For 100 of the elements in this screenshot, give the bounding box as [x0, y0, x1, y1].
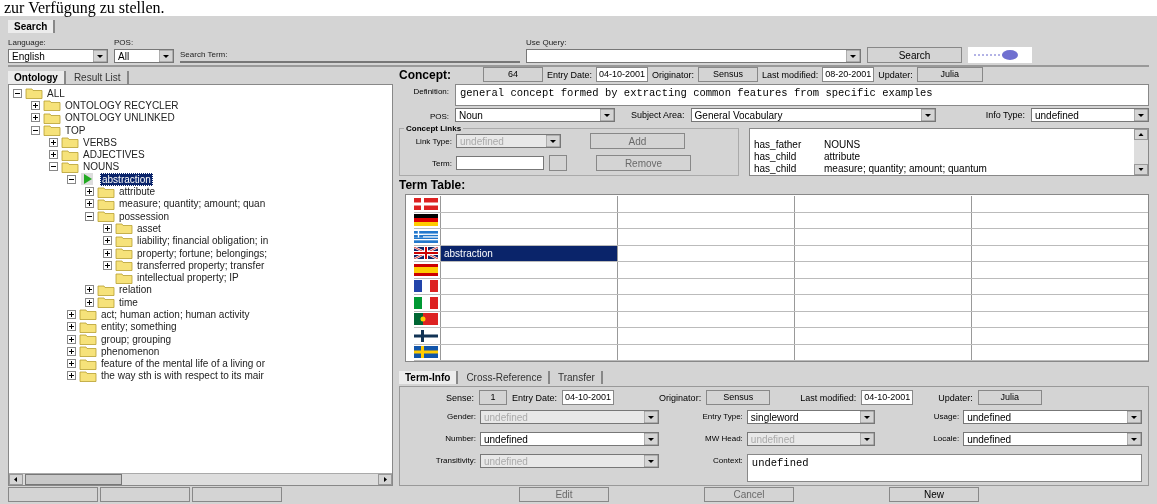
tree-item[interactable]: NOUNS: [82, 161, 121, 173]
pos-dropdown[interactable]: Noun: [455, 108, 615, 122]
tree-item[interactable]: property; fortune; belongings;: [136, 247, 269, 259]
tree-item[interactable]: feature of the mental life of a living or: [100, 358, 266, 370]
tree-item[interactable]: relation: [118, 284, 153, 296]
collapse-icon[interactable]: [85, 211, 94, 221]
panel-tab[interactable]: Ontology: [8, 71, 66, 84]
document-text: zur Verfügung zu stellen.: [3, 0, 166, 16]
tree-item[interactable]: group; grouping: [100, 333, 173, 345]
dropdown[interactable]: undefined: [963, 432, 1142, 446]
tree-item[interactable]: asset: [136, 222, 162, 234]
caret-icon: [600, 109, 614, 121]
tree-item[interactable]: ADJECTIVES: [82, 149, 146, 161]
expand-icon[interactable]: [67, 334, 76, 344]
detail-tab[interactable]: Term-Info: [399, 371, 459, 384]
tree-item[interactable]: abstraction: [100, 172, 153, 186]
tree-item[interactable]: transferred property; transfer: [136, 259, 266, 271]
text-field[interactable]: 04-10-2001: [562, 390, 615, 405]
context-field[interactable]: undefined: [746, 454, 1142, 482]
field-label: Sense:: [446, 392, 475, 403]
tree-item[interactable]: ALL: [46, 87, 66, 99]
concept-id-field: 64: [483, 67, 543, 82]
expand-icon[interactable]: [67, 310, 76, 319]
search-button[interactable]: Search: [867, 47, 962, 63]
tree-item[interactable]: act; human action; human activity: [100, 309, 251, 320]
expand-icon[interactable]: [67, 359, 76, 369]
expand-icon[interactable]: [103, 223, 112, 233]
tree-item[interactable]: possession: [118, 210, 171, 222]
query-dropdown[interactable]: [526, 49, 861, 63]
tree-item[interactable]: measure; quantity; amount; quan: [118, 198, 267, 210]
definition-label: Definition:: [412, 86, 449, 96]
originator-label: Originator:: [652, 69, 695, 80]
tree-item[interactable]: liability; financial obligation; in: [136, 235, 270, 247]
expand-icon[interactable]: [49, 137, 58, 147]
term-field[interactable]: [456, 156, 544, 170]
dropdown[interactable]: undefined: [480, 432, 659, 446]
tree-item[interactable]: the way sth is with respect to its mair: [100, 370, 265, 382]
scroll-up-icon[interactable]: [1134, 129, 1148, 140]
tree-item[interactable]: VERBS: [82, 136, 118, 148]
scroll-thumb[interactable]: [25, 474, 122, 485]
search-term-label: Search Term:: [180, 50, 229, 59]
vertical-scrollbar[interactable]: [1134, 129, 1148, 175]
expand-icon[interactable]: [103, 236, 112, 246]
scroll-right-icon[interactable]: [378, 474, 392, 485]
horizontal-scrollbar[interactable]: [9, 473, 392, 485]
dropdown[interactable]: undefined: [963, 410, 1142, 424]
expand-icon[interactable]: [85, 297, 94, 307]
expand-icon[interactable]: [67, 322, 76, 332]
expand-icon[interactable]: [49, 150, 58, 160]
tree-item[interactable]: attribute: [118, 186, 157, 197]
expand-icon[interactable]: [103, 248, 112, 258]
tree-item[interactable]: time: [118, 296, 139, 308]
pos-dropdown[interactable]: All: [114, 49, 174, 63]
tree-item[interactable]: TOP: [64, 124, 87, 136]
logo-icon: [968, 47, 1032, 63]
expand-icon[interactable]: [31, 100, 40, 110]
search-tab[interactable]: Search: [8, 20, 56, 33]
caret-icon: [1127, 411, 1141, 423]
scroll-left-icon[interactable]: [9, 474, 23, 485]
subject-area-dropdown[interactable]: General Vocabulary: [690, 108, 936, 122]
language-dropdown[interactable]: English: [8, 49, 108, 63]
expand-icon[interactable]: [85, 187, 94, 196]
definition-field[interactable]: general concept formed by extracting common features from specific examples: [455, 84, 1149, 106]
action-button[interactable]: New: [889, 487, 979, 502]
caret-icon: [1127, 433, 1141, 445]
info-type-dropdown[interactable]: undefined: [1031, 108, 1149, 122]
last-modified-field[interactable]: 08-20-2001: [822, 67, 875, 82]
concept-label: Concept:: [399, 67, 452, 82]
caret-icon: [860, 433, 875, 445]
field-label: Transitivity:: [434, 455, 476, 465]
tree-item[interactable]: phenomenon: [100, 345, 161, 357]
subject-area-label: Subject Area:: [631, 110, 685, 120]
field-label: Locale:: [932, 433, 960, 443]
updater-label: Updater:: [878, 69, 913, 80]
collapse-icon[interactable]: [49, 162, 58, 172]
tree-item[interactable]: ONTOLOGY RECYCLER: [64, 99, 180, 111]
field-label: MW Head:: [704, 433, 743, 443]
tree-item[interactable]: intellectual property; IP: [136, 272, 240, 284]
field-label: Usage:: [932, 411, 960, 421]
scroll-down-icon[interactable]: [1134, 164, 1148, 175]
text-field[interactable]: 04-10-2001: [861, 390, 914, 405]
expand-icon[interactable]: [31, 113, 40, 123]
expand-icon[interactable]: [85, 199, 94, 209]
concept-links-title: Concept Links: [405, 124, 463, 133]
info-type-label: Info Type:: [985, 110, 1025, 120]
caret-icon: [643, 433, 658, 445]
collapse-icon[interactable]: [31, 125, 40, 135]
expand-icon[interactable]: [67, 371, 76, 381]
expand-icon[interactable]: [103, 260, 112, 270]
entry-date-field[interactable]: 04-10-2001: [596, 67, 649, 82]
tree-item[interactable]: ONTOLOGY UNLINKED: [64, 112, 176, 124]
caret-icon: [1134, 109, 1148, 121]
tree-item[interactable]: entity; something: [100, 321, 178, 333]
readonly-field: Julia: [977, 390, 1042, 405]
collapse-icon[interactable]: [13, 88, 22, 98]
collapse-icon[interactable]: [67, 174, 76, 184]
expand-icon[interactable]: [67, 346, 76, 356]
expand-icon[interactable]: [85, 285, 94, 295]
dropdown[interactable]: singleword: [746, 410, 876, 424]
link-relation: has_father: [754, 139, 803, 151]
